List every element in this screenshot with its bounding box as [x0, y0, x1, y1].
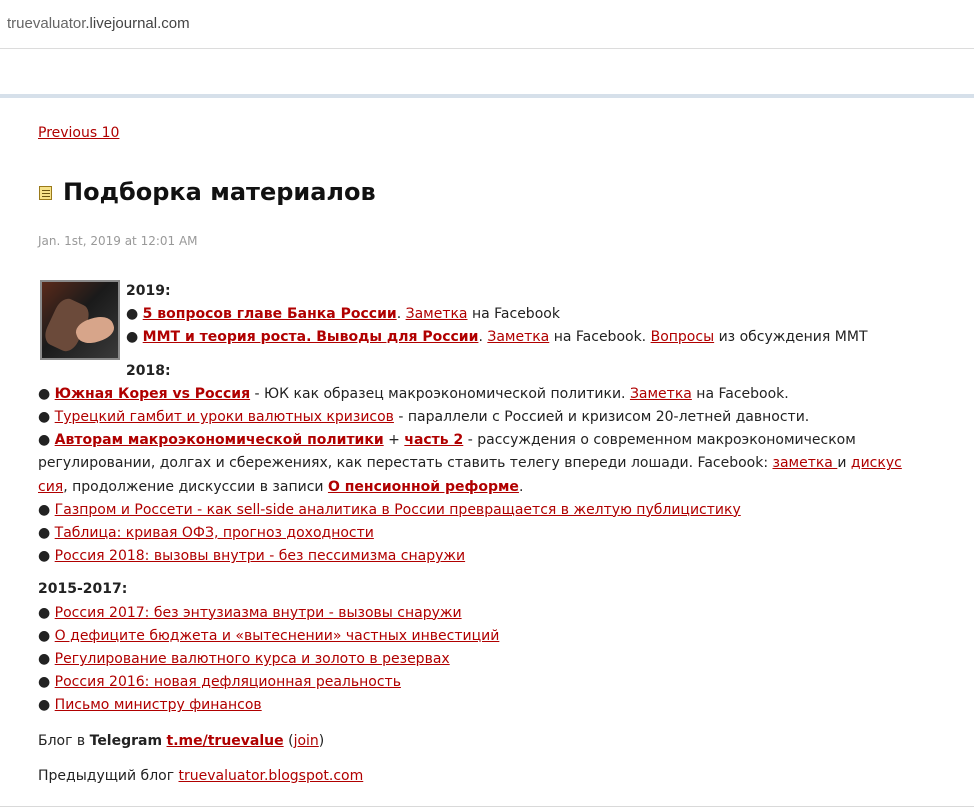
- address-bar[interactable]: truevaluator.livejournal.com: [0, 0, 974, 49]
- article-link[interactable]: 5 вопросов главе Банка России: [143, 306, 397, 322]
- list-item: ● 5 вопросов главе Банка России. Заметка…: [126, 306, 560, 323]
- url-domain: .livejournal.com: [85, 15, 190, 32]
- article-link[interactable]: Россия 2017: без энтузиазма внутри - выз…: [55, 605, 462, 621]
- bullet: ●: [126, 329, 139, 346]
- fb-note-link[interactable]: заметка: [773, 455, 838, 471]
- list-item: ● Авторам макроэкономической политики + …: [38, 432, 902, 495]
- note-icon: [38, 184, 54, 201]
- year-heading-2018: 2018:: [126, 362, 171, 379]
- entry-title-text: Подборка материалов: [63, 178, 376, 206]
- telegram-line: Блог в Telegram t.me/truevalue (join): [38, 732, 325, 749]
- previous-10-link[interactable]: Previous 10: [38, 125, 119, 141]
- article-link[interactable]: Южная Корея vs Россия: [55, 386, 250, 402]
- list-item: ● Газпром и Россети - как sell-side анал…: [38, 501, 741, 518]
- fb-discussion-link-cont[interactable]: сия: [38, 479, 63, 495]
- note-link[interactable]: Заметка: [487, 329, 549, 345]
- article-link[interactable]: О дефиците бюджета и «вытеснении» частны…: [55, 628, 500, 644]
- article-link[interactable]: Россия 2018: вызовы внутри - без пессими…: [55, 548, 465, 564]
- list-item: ● Россия 2018: вызовы внутри - без песси…: [38, 548, 466, 565]
- article-link[interactable]: Россия 2016: новая дефляционная реальнос…: [55, 674, 401, 690]
- list-item: ● MMT и теория роста. Выводы для России.…: [126, 329, 868, 346]
- list-item: ● Турецкий гамбит и уроки валютных кризи…: [38, 409, 810, 426]
- entry-date: Jan. 1st, 2019 at 12:01 AM: [38, 234, 198, 248]
- article-link[interactable]: Турецкий гамбит и уроки валютных кризисо…: [55, 409, 394, 425]
- year-heading-2015-2017: 2015-2017:: [38, 581, 128, 598]
- url-text[interactable]: truevaluator.livejournal.com: [7, 15, 190, 32]
- previous-blog-line: Предыдущий блог truevaluator.blogspot.co…: [38, 767, 364, 784]
- list-item: ● Таблица: кривая ОФЗ, прогноз доходност…: [38, 525, 374, 542]
- telegram-link[interactable]: t.me/truevalue: [167, 733, 284, 749]
- list-item: ● Россия 2016: новая дефляционная реальн…: [38, 674, 401, 691]
- article-link[interactable]: Таблица: кривая ОФЗ, прогноз доходности: [55, 525, 374, 541]
- userpic-avatar[interactable]: [40, 280, 120, 360]
- article-link[interactable]: MMT и теория роста. Выводы для России: [143, 329, 479, 345]
- article-link[interactable]: Регулирование валютного курса и золото в…: [55, 651, 450, 667]
- url-host: truevaluator: [7, 15, 86, 32]
- year-heading-2019: 2019:: [126, 283, 171, 299]
- questions-link[interactable]: Вопросы: [651, 329, 715, 345]
- telegram-join-link[interactable]: join: [294, 733, 319, 749]
- entry-title: Подборка материалов: [38, 178, 376, 206]
- list-item: ● Южная Корея vs Россия - ЮК как образец…: [38, 385, 789, 402]
- header-divider: [0, 94, 974, 98]
- list-item: ● Регулирование валютного курса и золото…: [38, 651, 450, 668]
- entry-body: 2019: ● 5 вопросов главе Банка России. З…: [38, 280, 938, 788]
- article-link[interactable]: Письмо министру финансов: [55, 697, 262, 713]
- previous-blog-link[interactable]: truevaluator.blogspot.com: [179, 768, 364, 784]
- list-item: ● О дефиците бюджета и «вытеснении» част…: [38, 627, 500, 644]
- footer-divider: [0, 806, 974, 807]
- note-link[interactable]: Заметка: [630, 386, 692, 402]
- article-link[interactable]: Авторам макроэкономической политики: [55, 432, 384, 448]
- list-item: ● Письмо министру финансов: [38, 697, 262, 714]
- part-2-link[interactable]: часть 2: [404, 432, 463, 448]
- bullet: ●: [126, 306, 139, 323]
- note-link[interactable]: Заметка: [406, 306, 468, 322]
- pension-reform-link[interactable]: О пенсионной реформе: [328, 479, 519, 495]
- article-link[interactable]: Газпром и Россети - как sell-side аналит…: [55, 502, 741, 518]
- fb-discussion-link[interactable]: дискус: [851, 455, 902, 471]
- list-item: ● Россия 2017: без энтузиазма внутри - в…: [38, 604, 462, 621]
